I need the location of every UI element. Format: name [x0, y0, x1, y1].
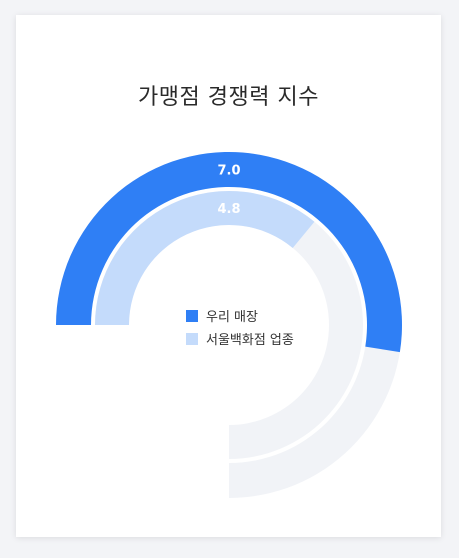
- legend-item-series-0: 우리 매장: [186, 304, 294, 327]
- chart-legend: 우리 매장 서울백화점 업종: [186, 304, 294, 350]
- legend-label-series-0: 우리 매장: [206, 310, 258, 325]
- radial-bar-chart: 7.0 4.8: [56, 151, 403, 498]
- legend-swatch-series-0: [186, 309, 198, 322]
- legend-label-series-1: 서울백화점 업종: [206, 333, 294, 348]
- value-label-series-1: 4.8: [217, 202, 240, 217]
- legend-item-series-1: 서울백화점 업종: [186, 327, 294, 350]
- value-label-series-0: 7.0: [217, 164, 240, 179]
- legend-swatch-series-1: [186, 332, 198, 345]
